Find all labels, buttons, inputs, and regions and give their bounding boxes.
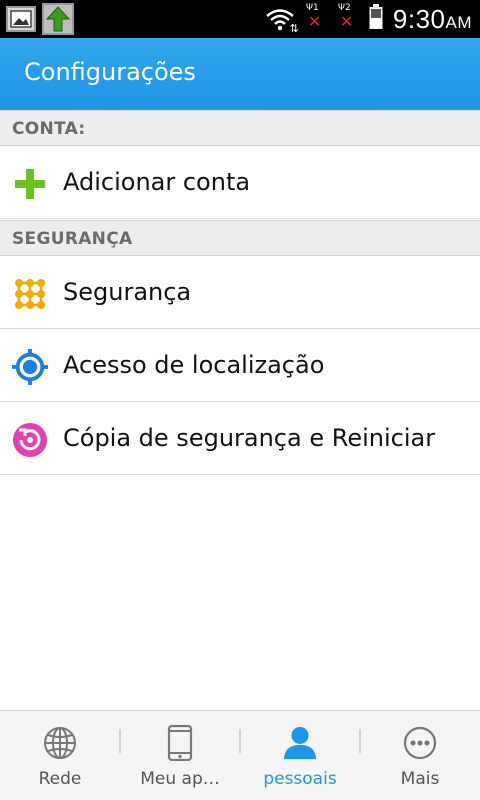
list-item-backup-reset[interactable]: Cópia de segurança e Reiniciar (0, 402, 480, 475)
battery-icon (369, 4, 383, 34)
nav-label: Rede (38, 769, 82, 789)
person-icon (282, 725, 318, 761)
list-item-add-account[interactable]: Adicionar conta (0, 146, 480, 219)
clock: 9:30AM (392, 3, 472, 34)
nav-item-personal[interactable]: pessoais (240, 711, 360, 800)
nav-item-my-apps[interactable]: Meu ap… (120, 711, 240, 800)
gallery-notification-icon (6, 6, 36, 32)
list-item-label: Segurança (63, 278, 192, 306)
section-header-account: CONTA: (0, 110, 480, 146)
status-bar: ⇅ Ψ1 ✕ Ψ2 ✕ 9:30AM (0, 0, 480, 38)
pattern-grid-icon (12, 276, 48, 312)
bottom-nav: Rede Meu ap… pessoais Mais (0, 710, 480, 800)
phone-icon (162, 725, 198, 761)
nav-label: Mais (400, 769, 440, 789)
nav-item-more[interactable]: Mais (360, 711, 480, 800)
list-item-label: Acesso de localização (63, 351, 325, 379)
location-target-icon (12, 349, 48, 385)
globe-icon (42, 725, 78, 761)
list-item-label: Adicionar conta (63, 168, 251, 196)
sim2-signal-icon: Ψ2 ✕ (337, 3, 354, 31)
list-item-security[interactable]: Segurança (0, 256, 480, 329)
list-item-label: Cópia de segurança e Reiniciar (63, 424, 436, 452)
plus-icon (12, 166, 48, 202)
section-title: CONTA: (12, 119, 86, 139)
sim1-signal-icon: Ψ1 ✕ (305, 3, 322, 31)
list-item-location-access[interactable]: Acesso de localização (0, 329, 480, 402)
action-bar: Configurações (0, 38, 480, 110)
upload-notification-icon (42, 3, 74, 35)
nav-label: Meu ap… (140, 769, 220, 789)
more-icon (402, 725, 438, 761)
nav-label: pessoais (263, 769, 337, 789)
section-header-security: SEGURANÇA (0, 220, 480, 256)
wifi-icon: ⇅ (265, 7, 299, 35)
section-title: SEGURANÇA (12, 229, 133, 249)
nav-item-network[interactable]: Rede (0, 711, 120, 800)
page-title: Configurações (24, 58, 196, 86)
backup-restore-icon (12, 422, 48, 458)
